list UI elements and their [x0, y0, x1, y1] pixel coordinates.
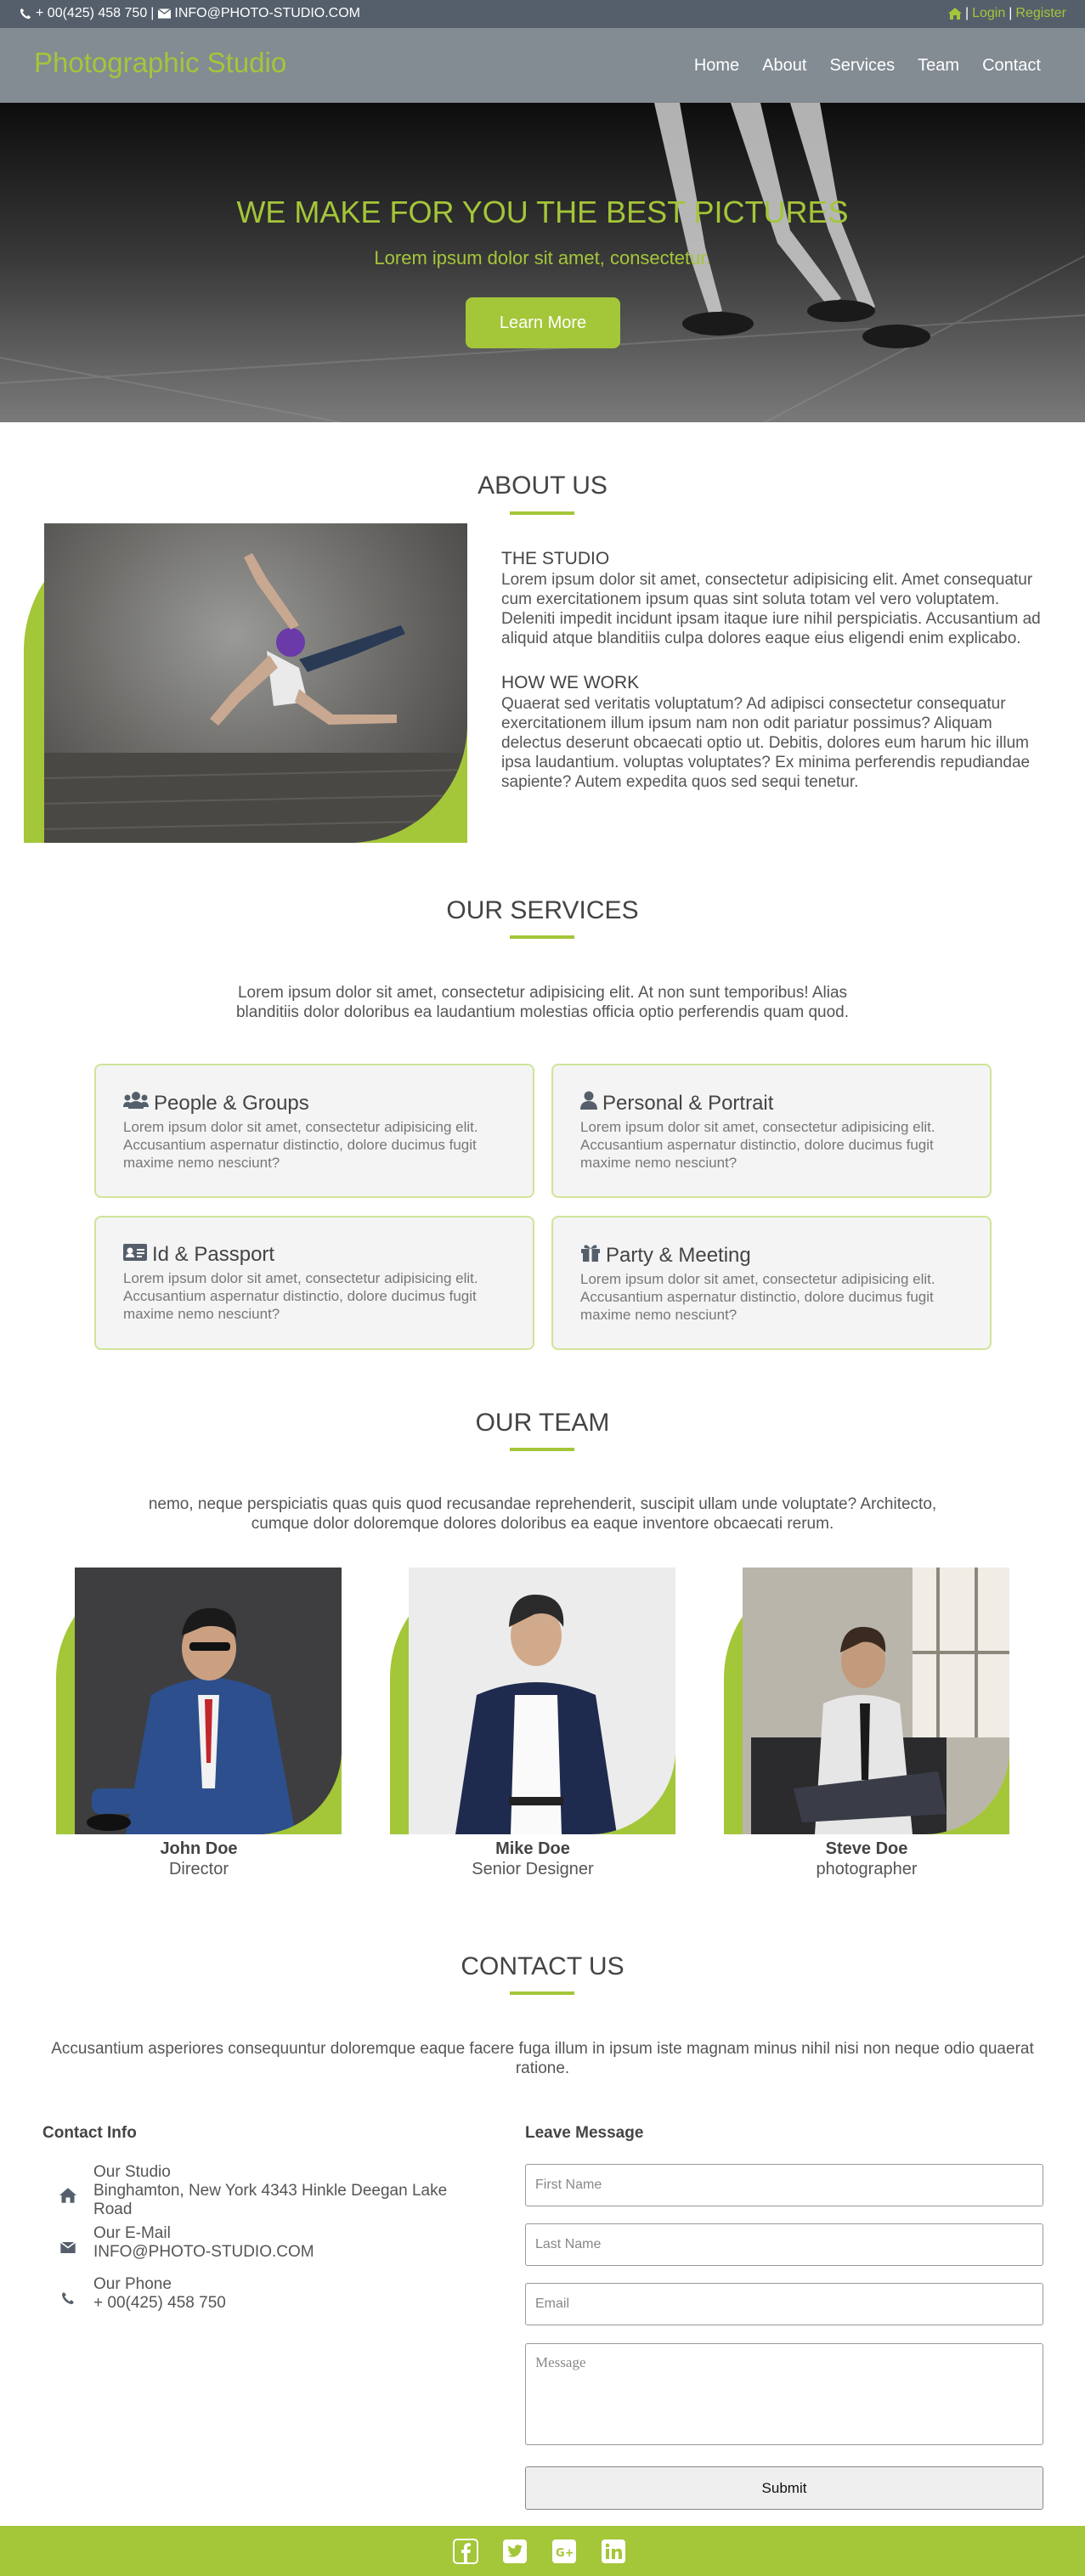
first-name-input[interactable]	[525, 2164, 1043, 2206]
service-text: Lorem ipsum dolor sit amet, consectetur …	[580, 1271, 935, 1323]
register-link[interactable]: Register	[1015, 6, 1066, 21]
about-image	[24, 523, 467, 843]
services-title-underline	[510, 935, 574, 939]
team-member-photo	[56, 1568, 342, 1834]
nav-contact[interactable]: Contact	[982, 56, 1041, 76]
separator: |	[150, 6, 155, 20]
service-text: Lorem ipsum dolor sit amet, consectetur …	[580, 1119, 935, 1171]
top-bar-phone: + 00(425) 458 750	[36, 6, 148, 20]
contact-intro: Accusantium asperiores consequuntur dolo…	[51, 2040, 1034, 2077]
message-textarea[interactable]	[525, 2343, 1043, 2445]
team-member-name: Mike Doe	[495, 1839, 570, 1858]
services-title: OUR SERVICES	[446, 896, 639, 924]
service-card-id-passport[interactable]: Id & Passport Lorem ipsum dolor sit amet…	[94, 1216, 534, 1350]
about-title: ABOUT US	[478, 472, 607, 500]
top-bar-email: INFO@PHOTO-STUDIO.COM	[174, 6, 360, 20]
nav-home[interactable]: Home	[694, 56, 739, 76]
contact-info-heading: Contact Info	[42, 2124, 137, 2142]
contact-info-label: Our E-Mail	[93, 2224, 171, 2242]
last-name-input[interactable]	[525, 2223, 1043, 2266]
contact-info: Contact Info Our Studio Binghamton, New …	[42, 2124, 484, 2312]
site-footer: G+	[0, 2526, 1085, 2576]
team-member-photo	[390, 1568, 675, 1834]
site-header: Photographic Studio Home About Services …	[0, 28, 1085, 103]
contact-info-label: Our Studio	[93, 2163, 171, 2181]
service-text: Lorem ipsum dolor sit amet, consectetur …	[123, 1270, 478, 1322]
svg-text:G+: G+	[556, 2547, 574, 2560]
submit-button[interactable]: Submit	[525, 2466, 1043, 2510]
nav-services[interactable]: Services	[829, 56, 895, 76]
team-member-card: Mike Doe Senior Designer	[390, 1568, 675, 1879]
contact-title-underline	[510, 1991, 574, 1995]
google-plus-icon[interactable]: G+	[551, 2538, 578, 2565]
team-member-role: Director	[168, 1860, 229, 1878]
about-text: THE STUDIO Lorem ipsum dolor sit amet, c…	[501, 549, 1045, 816]
service-title: Personal & Portrait	[580, 1091, 963, 1116]
home-icon[interactable]	[947, 7, 962, 20]
contact-info-phone: Our Phone + 00(425) 458 750	[58, 2275, 226, 2313]
phone-icon	[19, 7, 32, 20]
about-title-underline	[510, 511, 574, 515]
separator: |	[964, 6, 969, 20]
team-member-photo	[724, 1568, 1009, 1834]
team-title-underline	[510, 1448, 574, 1451]
id-card-icon	[123, 1243, 147, 1267]
envelope-icon	[157, 7, 171, 20]
contact-info-email: Our E-Mail INFO@PHOTO-STUDIO.COM	[58, 2224, 314, 2262]
top-bar: + 00(425) 458 750 | INFO@PHOTO-STUDIO.CO…	[0, 0, 1085, 28]
gift-icon	[580, 1243, 601, 1268]
about-how-heading: HOW WE WORK	[501, 673, 640, 692]
about-studio-text: Lorem ipsum dolor sit amet, consectetur …	[501, 571, 1041, 647]
service-title: Id & Passport	[123, 1243, 506, 1267]
team-member-role: photographer	[816, 1860, 918, 1878]
contact-title: CONTACT US	[461, 1952, 624, 1980]
team-member-card: John Doe Director	[56, 1568, 342, 1879]
service-card-party[interactable]: Party & Meeting Lorem ipsum dolor sit am…	[551, 1216, 992, 1350]
team-member-role: Senior Designer	[472, 1860, 594, 1878]
service-title: People & Groups	[123, 1091, 506, 1116]
top-bar-contact: + 00(425) 458 750 | INFO@PHOTO-STUDIO.CO…	[19, 6, 360, 21]
contact-form: Leave Message Submit	[525, 2124, 1043, 2510]
hero-subtitle: Lorem ipsum dolor sit amet, consectetur.	[374, 247, 711, 268]
hero-banner: WE MAKE FOR YOU THE BEST PICTURES Lorem …	[0, 103, 1085, 422]
service-card-people[interactable]: People & Groups Lorem ipsum dolor sit am…	[94, 1064, 534, 1198]
service-title: Party & Meeting	[580, 1243, 963, 1268]
team-member-card: Steve Doe photographer	[724, 1568, 1009, 1879]
hero-title: WE MAKE FOR YOU THE BEST PICTURES	[236, 195, 849, 229]
service-card-portrait[interactable]: Personal & Portrait Lorem ipsum dolor si…	[551, 1064, 992, 1198]
learn-more-button[interactable]: Learn More	[466, 297, 620, 348]
users-icon	[123, 1091, 149, 1116]
facebook-icon[interactable]	[452, 2538, 479, 2565]
about-how-text: Quaerat sed veritatis voluptatum? Ad adi…	[501, 695, 1031, 791]
breakdancer-photo	[44, 523, 467, 843]
about-studio-heading: THE STUDIO	[501, 549, 610, 568]
contact-info-label: Our Phone	[93, 2275, 172, 2293]
main-nav: Home About Services Team Contact	[694, 56, 1041, 76]
linkedin-icon[interactable]	[600, 2538, 627, 2565]
login-link[interactable]: Login	[972, 6, 1005, 21]
team-member-name: John Doe	[160, 1839, 238, 1858]
service-text: Lorem ipsum dolor sit amet, consectetur …	[123, 1119, 478, 1171]
envelope-icon	[58, 2233, 78, 2262]
twitter-icon[interactable]	[501, 2538, 528, 2565]
team-member-name: Steve Doe	[825, 1839, 908, 1858]
phone-icon	[58, 2284, 78, 2313]
nav-team[interactable]: Team	[918, 56, 959, 76]
contact-info-studio: Our Studio Binghamton, New York 4343 Hin…	[58, 2163, 467, 2219]
home-icon	[58, 2172, 78, 2219]
contact-info-value: Binghamton, New York 4343 Hinkle Deegan …	[93, 2182, 448, 2218]
separator: |	[1009, 6, 1013, 20]
email-input[interactable]	[525, 2283, 1043, 2325]
user-icon	[580, 1091, 597, 1116]
services-intro: Lorem ipsum dolor sit amet, consectetur …	[235, 984, 850, 1021]
brand-logo[interactable]: Photographic Studio	[34, 47, 286, 79]
contact-form-heading: Leave Message	[525, 2124, 644, 2142]
top-bar-account: | Login | Register	[947, 6, 1066, 21]
team-intro: nemo, neque perspiciatis quas quis quod …	[148, 1495, 937, 1533]
contact-info-value: INFO@PHOTO-STUDIO.COM	[93, 2243, 314, 2261]
nav-about[interactable]: About	[762, 56, 806, 76]
team-title: OUR TEAM	[475, 1409, 610, 1437]
contact-info-value: + 00(425) 458 750	[93, 2294, 226, 2312]
